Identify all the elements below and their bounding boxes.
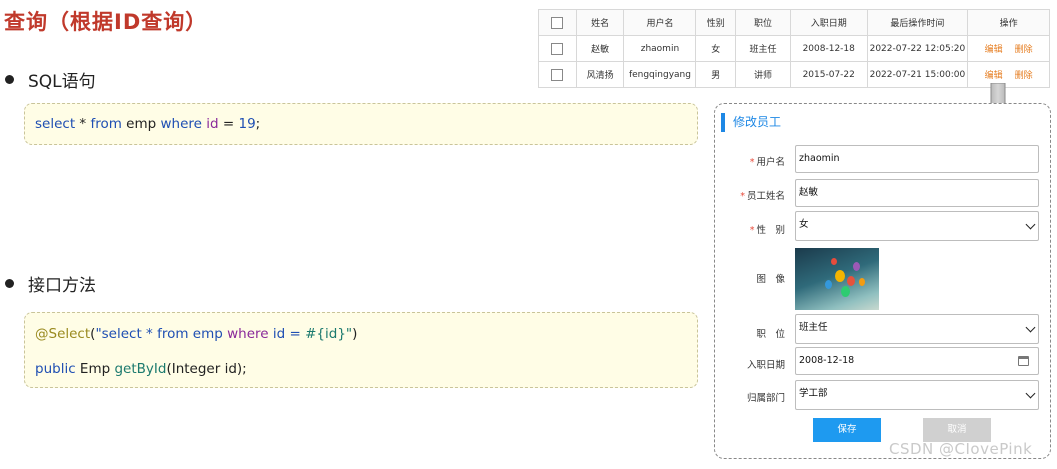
- cell-entry-date: 2015-07-22: [789, 61, 868, 88]
- table-row: 赵敏 zhaomin 女 班主任 2008-12-18 2022-07-22 1…: [538, 35, 1050, 62]
- delete-link[interactable]: 删除: [1015, 71, 1033, 81]
- job-select-value: 班主任: [799, 322, 828, 333]
- cancel-button[interactable]: 取消: [923, 418, 991, 442]
- dialog-title: 修改员工: [721, 113, 781, 132]
- cell-entry-date: 2008-12-18: [789, 35, 868, 62]
- sql-string-where: where: [227, 326, 269, 342]
- edit-link[interactable]: 编辑: [985, 71, 1003, 81]
- header-select-all[interactable]: [538, 9, 577, 36]
- section-api: 接口方法: [5, 271, 96, 296]
- sql-where-keyword: where: [160, 116, 202, 132]
- avatar-label: 图 像: [756, 274, 785, 285]
- select-all-checkbox[interactable]: [551, 16, 564, 29]
- job-select[interactable]: 班主任: [795, 314, 1039, 344]
- header-entry-date: 入职日期: [789, 9, 868, 36]
- entry-date-label: 入职日期: [746, 360, 785, 371]
- public-keyword: public: [35, 361, 76, 377]
- cell-update-time: 2022-07-21 15:00:00: [866, 61, 969, 88]
- api-annotation-line: @Select("select * from emp where id = #{…: [35, 326, 357, 342]
- bullet-dot-icon: [5, 75, 14, 84]
- row-checkbox-cell[interactable]: [538, 35, 577, 62]
- table-header-row: 姓名 用户名 性别 职位 入职日期 最后操作时间 操作: [538, 9, 1050, 36]
- sql-code-block: select * from emp where id = 19;: [24, 103, 698, 145]
- cell-job: 班主任: [735, 35, 791, 62]
- username-label-text: 用户名: [756, 157, 785, 168]
- section-sql: SQL语句: [5, 67, 96, 92]
- gender-label: * 性 别: [723, 222, 785, 236]
- cell-update-time: 2022-07-22 12:05:20: [866, 35, 969, 62]
- cell-username: fengqingyang: [623, 61, 697, 88]
- required-mark: *: [749, 157, 755, 168]
- entry-date-input[interactable]: 2008-12-18: [795, 347, 1039, 375]
- sql-string-param: #{id}": [305, 326, 353, 342]
- sql-semicolon: ;: [255, 116, 261, 132]
- cell-actions: 编辑 删除: [967, 35, 1050, 62]
- method-params: (Integer id);: [166, 361, 247, 377]
- cell-gender: 女: [695, 35, 737, 62]
- table-row: 风清扬 fengqingyang 男 讲师 2015-07-22 2022-07…: [538, 61, 1050, 88]
- name-label: * 员工姓名: [723, 188, 785, 202]
- header-username: 用户名: [623, 9, 697, 36]
- return-type: Emp: [75, 361, 115, 377]
- section-sql-label: SQL语句: [28, 72, 96, 92]
- sql-string-part: "select * from emp: [95, 326, 228, 342]
- username-label: * 用户名: [723, 154, 785, 168]
- sql-star: *: [75, 116, 91, 132]
- cell-name: 风清扬: [575, 61, 625, 88]
- dept-select[interactable]: 学工部: [795, 380, 1039, 410]
- sql-code-line: select * from emp where id = 19;: [35, 116, 260, 132]
- row-checkbox[interactable]: [551, 42, 564, 55]
- sql-column: id: [201, 116, 223, 132]
- watermark: CSDN @CIovePink: [889, 440, 1033, 458]
- dept-select-value: 学工部: [799, 388, 828, 399]
- header-actions: 操作: [967, 9, 1050, 36]
- job-label: 职 位: [756, 329, 785, 340]
- cell-gender: 男: [695, 61, 737, 88]
- edit-employee-dialog: 修改员工 * 用户名 zhaomin * 员工姓名 赵敏 * 性 别 女 图 像 职 …: [714, 103, 1051, 459]
- paren-close: ): [352, 326, 358, 342]
- section-api-label: 接口方法: [28, 276, 96, 296]
- bullet-dot-icon: [5, 279, 14, 288]
- sql-string-id: id =: [268, 326, 306, 342]
- save-button[interactable]: 保存: [813, 418, 881, 442]
- select-annotation: @Select: [35, 326, 91, 342]
- api-method-line: public Emp getById(Integer id);: [35, 361, 247, 377]
- dept-label: 归属部门: [746, 393, 785, 404]
- avatar-image[interactable]: [795, 248, 879, 310]
- header-name: 姓名: [575, 9, 625, 36]
- row-checkbox-cell[interactable]: [538, 61, 577, 88]
- gender-select[interactable]: 女: [795, 211, 1039, 241]
- sql-select-keyword: select: [35, 116, 76, 132]
- page-title: 查询（根据ID查询）: [4, 10, 208, 34]
- row-checkbox[interactable]: [551, 68, 564, 81]
- entry-date-value: 2008-12-18: [799, 355, 855, 366]
- employee-table: 姓名 用户名 性别 职位 入职日期 最后操作时间 操作 赵敏 zhaomin 女…: [538, 9, 1050, 88]
- cell-username: zhaomin: [623, 35, 697, 62]
- name-label-text: 员工姓名: [746, 191, 785, 202]
- username-input[interactable]: zhaomin: [795, 145, 1039, 173]
- cell-job: 讲师: [735, 61, 791, 88]
- sql-value: 19: [238, 116, 256, 132]
- header-update-time: 最后操作时间: [866, 9, 969, 36]
- api-code-block: @Select("select * from emp where id = #{…: [24, 312, 698, 388]
- cell-name: 赵敏: [575, 35, 625, 62]
- name-input[interactable]: 赵敏: [795, 179, 1039, 207]
- gender-select-value: 女: [799, 219, 809, 230]
- header-gender: 性别: [695, 9, 737, 36]
- header-job: 职位: [735, 9, 791, 36]
- required-mark: *: [740, 191, 745, 202]
- sql-equals: =: [222, 116, 239, 132]
- delete-link[interactable]: 删除: [1015, 45, 1033, 55]
- edit-link[interactable]: 编辑: [985, 45, 1003, 55]
- chevron-down-icon: [1025, 219, 1036, 230]
- gender-label-text: 性 别: [756, 225, 785, 236]
- method-name: getById: [114, 361, 167, 377]
- chevron-down-icon: [1025, 388, 1036, 399]
- calendar-icon[interactable]: [1018, 356, 1029, 366]
- sql-from-keyword: from: [90, 116, 122, 132]
- required-mark: *: [749, 225, 755, 236]
- chevron-down-icon: [1025, 322, 1036, 333]
- sql-table-name: emp: [121, 116, 161, 132]
